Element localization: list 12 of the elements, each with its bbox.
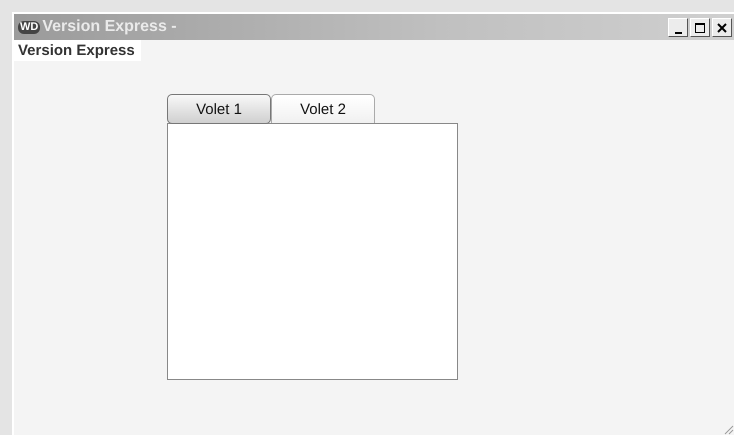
- app-logo: WD: [18, 20, 40, 34]
- label: Version Express: [14, 40, 141, 61]
- tab[interactable]: Volet 1: [167, 94, 271, 124]
- maximize-button[interactable]: [690, 18, 710, 36]
- minimize-button[interactable]: [668, 18, 688, 36]
- window-title: Version Express -: [42, 18, 177, 36]
- minimize-icon: [674, 32, 682, 34]
- tab[interactable]: Volet 2: [271, 94, 375, 123]
- maximize-icon: [694, 22, 706, 34]
- resize-grip-icon: [722, 423, 734, 435]
- close-icon: [716, 22, 728, 34]
- close-button[interactable]: [712, 18, 732, 36]
